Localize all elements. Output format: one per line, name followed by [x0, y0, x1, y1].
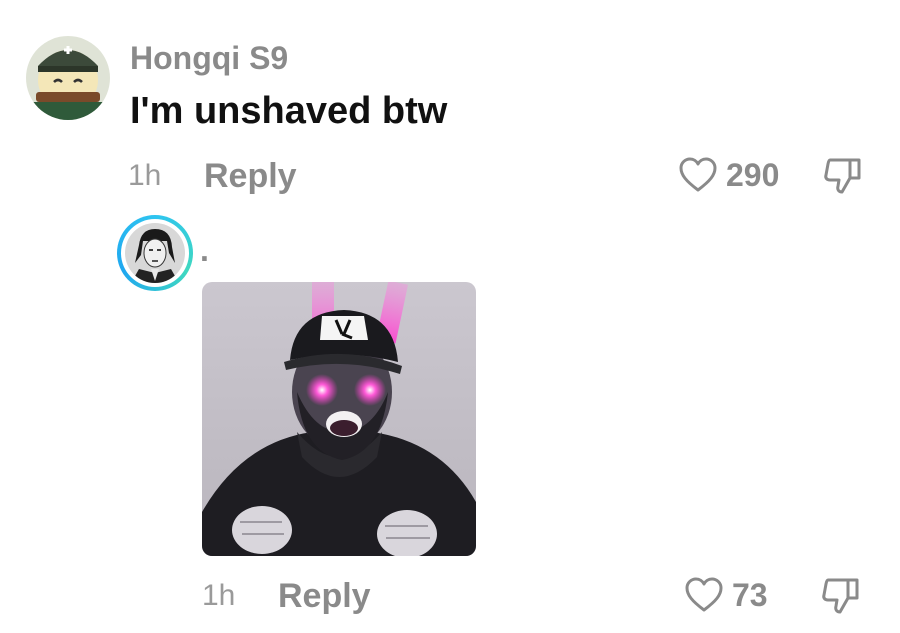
reply-button[interactable]: Reply — [204, 156, 297, 196]
reply-gif-image[interactable] — [202, 282, 476, 556]
reply-timestamp: 1h — [202, 579, 236, 612]
heart-icon — [684, 576, 724, 614]
commenter-avatar[interactable] — [26, 36, 110, 120]
comment-text: I'm unshaved btw — [130, 90, 448, 132]
thumbs-down-icon[interactable] — [820, 576, 862, 616]
reply-like-count: 73 — [732, 577, 768, 613]
like-count: 290 — [726, 157, 780, 193]
replier-username[interactable]: . — [200, 234, 209, 266]
laser-eyes-meme-image — [202, 282, 476, 556]
avatar-image — [26, 36, 110, 120]
replier-avatar[interactable] — [117, 215, 193, 291]
reply-to-reply-button[interactable]: Reply — [278, 576, 371, 616]
comment-timestamp: 1h — [128, 159, 162, 192]
like-button[interactable]: 290 — [678, 156, 779, 194]
heart-icon — [678, 156, 718, 194]
reply-like-button[interactable]: 73 — [684, 576, 768, 614]
commenter-username[interactable]: Hongqi S9 — [130, 38, 288, 78]
thumbs-down-icon[interactable] — [822, 156, 864, 196]
avatar-image — [125, 223, 185, 283]
